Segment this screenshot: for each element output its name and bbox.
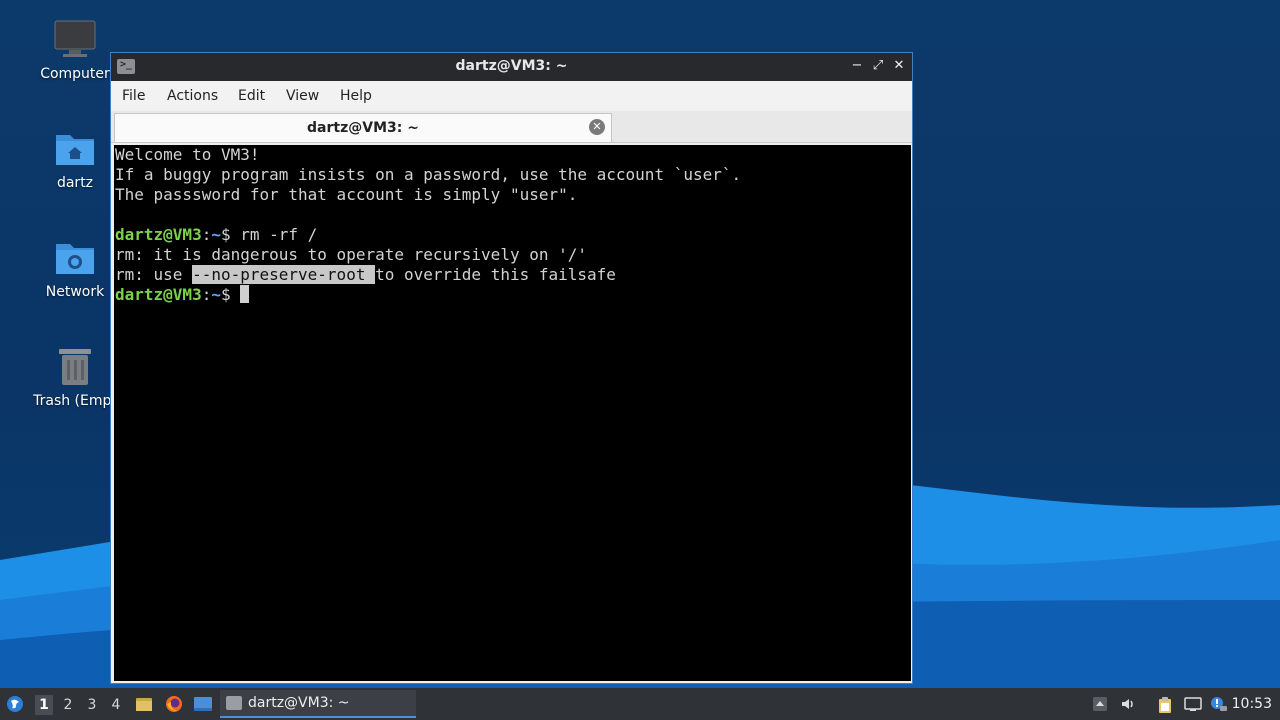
tab-bar: dartz@VM3: ~ ✕ — [111, 111, 912, 143]
menu-file[interactable]: File — [122, 88, 145, 104]
tab-terminal[interactable]: dartz@VM3: ~ ✕ — [114, 113, 612, 142]
terminal-prompt-line: dartz@VM3:~$ — [114, 285, 911, 305]
workspace-1[interactable]: 1 — [35, 695, 53, 715]
desktop-icon-label: dartz — [56, 175, 94, 191]
show-desktop-icon[interactable] — [193, 696, 213, 712]
menu-edit[interactable]: Edit — [238, 88, 265, 104]
desktop-icon-label: Trash (Empt — [33, 393, 117, 409]
taskbar-window-button[interactable]: dartz@VM3: ~ — [220, 690, 416, 718]
terminal-line: If a buggy program insists on a password… — [115, 165, 742, 184]
desktop-icon-label: Network — [45, 284, 105, 300]
workspace-2[interactable]: 2 — [59, 695, 77, 715]
terminal-line: rm: it is dangerous to operate recursive… — [115, 245, 588, 264]
text-cursor — [240, 285, 250, 303]
prompt-separator: : — [201, 285, 212, 304]
menu-actions[interactable]: Actions — [167, 88, 218, 104]
output-text: rm: use — [115, 265, 193, 284]
trash-icon — [53, 345, 97, 389]
terminal-line: rm: use --no-preserve-root to override t… — [114, 265, 911, 285]
desktop-icon-computer[interactable]: Computer — [27, 18, 123, 82]
taskbar: 1 2 3 4 dartz@VM3: ~ 10:53 — [0, 688, 1280, 720]
command-text: rm -rf / — [240, 225, 318, 244]
desktop-icon-trash[interactable]: Trash (Empt — [27, 345, 123, 409]
tray-up-arrow-icon[interactable] — [1092, 696, 1108, 712]
desktop-icon-network[interactable]: Network — [27, 236, 123, 300]
desktop-icon-dartz[interactable]: dartz — [27, 127, 123, 191]
selected-text[interactable]: --no-preserve-root — [192, 265, 376, 284]
maximize-button[interactable]: ⤢ — [870, 58, 886, 74]
terminal-window: >_ dartz@VM3: ~ − ⤢ ✕ File Actions Edit … — [110, 52, 913, 684]
prompt-end: $ — [220, 285, 241, 304]
minimize-button[interactable]: − — [849, 58, 865, 74]
file-manager-icon[interactable] — [135, 696, 153, 712]
prompt-path: ~ — [211, 285, 221, 304]
desktop-icon-label: Computer — [40, 66, 110, 82]
clipboard-icon[interactable] — [1157, 696, 1173, 713]
window-titlebar[interactable]: >_ dartz@VM3: ~ − ⤢ ✕ — [111, 53, 912, 81]
network-icon[interactable] — [1184, 696, 1202, 712]
terminal-command-line: dartz@VM3:~$ rm -rf / — [114, 225, 911, 245]
monitor-icon — [53, 18, 97, 62]
menubar: File Actions Edit View Help — [111, 81, 912, 111]
volume-icon[interactable] — [1120, 696, 1136, 712]
prompt-separator: : — [201, 225, 212, 244]
taskbar-window-label: dartz@VM3: ~ — [248, 695, 350, 711]
terminal-output[interactable]: Welcome to VM3! If a buggy program insis… — [114, 145, 911, 681]
prompt-path: ~ — [211, 225, 221, 244]
menu-view[interactable]: View — [286, 88, 319, 104]
prompt-user: dartz@VM3 — [115, 225, 202, 244]
output-text: to override this failsafe — [375, 265, 616, 284]
workspace-3[interactable]: 3 — [83, 695, 101, 715]
menu-help[interactable]: Help — [340, 88, 372, 104]
window-title: dartz@VM3: ~ — [455, 58, 568, 74]
prompt-end: $ — [220, 225, 241, 244]
network-folder-icon — [53, 236, 97, 280]
tab-close-icon[interactable]: ✕ — [589, 119, 605, 135]
terminal-line: The passsword for that account is simply… — [115, 185, 578, 204]
notification-icon[interactable] — [1210, 696, 1227, 712]
firefox-icon[interactable] — [165, 695, 183, 713]
close-button[interactable]: ✕ — [891, 58, 907, 74]
terminal-line: Welcome to VM3! — [115, 145, 260, 164]
prompt-user: dartz@VM3 — [115, 285, 202, 304]
clock[interactable]: 10:53 — [1232, 696, 1272, 712]
tab-label: dartz@VM3: ~ — [307, 120, 419, 136]
terminal-task-icon — [226, 696, 242, 710]
start-menu-icon[interactable] — [6, 695, 24, 713]
workspace-4[interactable]: 4 — [107, 695, 125, 715]
home-folder-icon — [53, 127, 97, 171]
